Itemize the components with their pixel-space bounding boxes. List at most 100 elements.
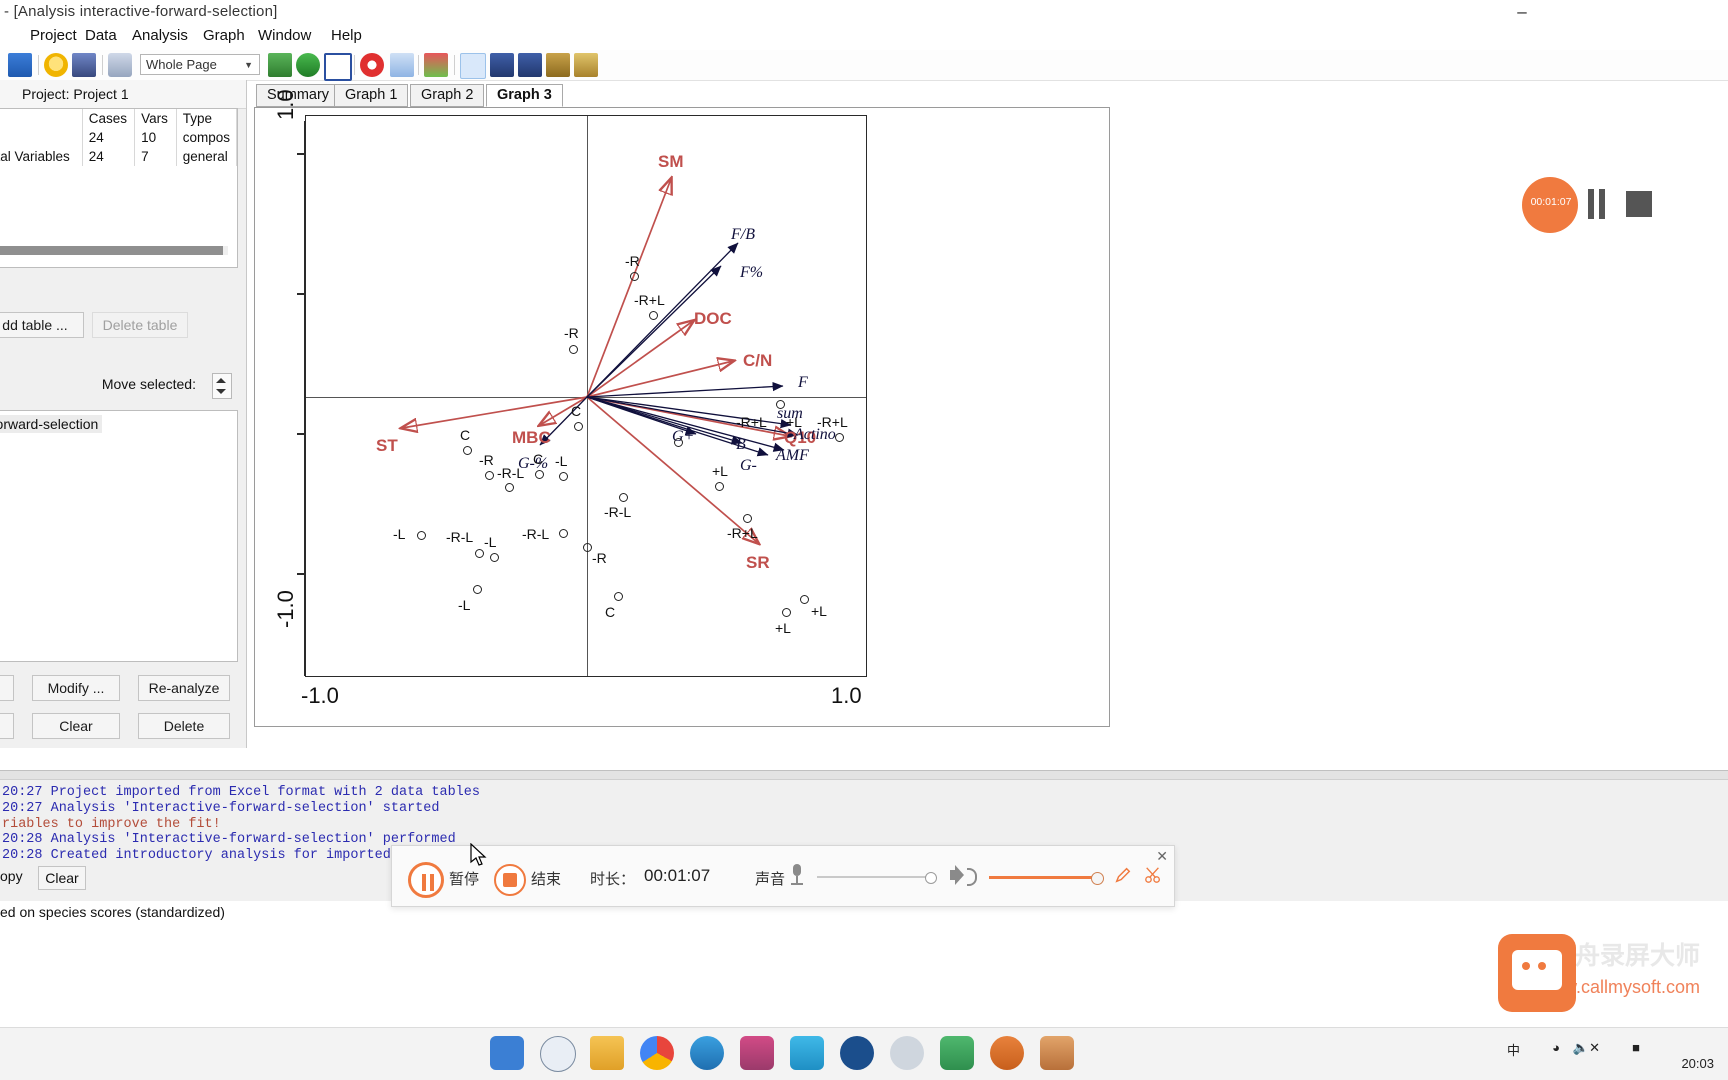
divider-icon[interactable] [546,53,570,77]
sample-point[interactable] [559,472,568,481]
menu-item-graph[interactable]: Graph [203,27,245,44]
clock[interactable]: 20:03 [1681,1056,1714,1071]
sample-point[interactable] [417,531,426,540]
add-label-icon[interactable] [518,53,542,77]
minimize-button[interactable]: – [1504,2,1540,24]
pen-icon[interactable] [1114,866,1132,884]
move-selected-stepper[interactable] [212,373,232,399]
sample-point[interactable] [473,585,482,594]
sample-point[interactable] [614,592,623,601]
sample-point[interactable] [574,422,583,431]
sample-point[interactable] [674,438,683,447]
ruler-icon[interactable] [72,53,96,77]
menu-item-project[interactable]: Project [30,27,77,44]
sample-point[interactable] [649,311,658,320]
recorder-widget[interactable]: 00:01:07 [1522,177,1652,233]
table-row[interactable]: ntal Variables 24 7 general [0,147,238,166]
stop-button[interactable] [494,864,526,896]
sample-point[interactable] [583,543,592,552]
graph-canvas[interactable]: 1.0 -1.0 SM DOC C/N ST MBC SR Q10 F/B F%… [254,89,1110,727]
sample-point[interactable] [630,272,639,281]
plot-area[interactable]: SM DOC C/N ST MBC SR Q10 F/B F% F sum Ac… [305,115,867,677]
store-icon[interactable] [1040,1036,1074,1070]
sample-point[interactable] [776,400,785,409]
tab-graph-2[interactable]: Graph 2 [410,84,485,107]
table-row[interactable]: 24 10 compos [0,128,238,147]
search-icon[interactable] [540,1036,576,1072]
sample-point[interactable] [490,553,499,562]
sample-point[interactable] [715,482,724,491]
pointer-icon[interactable] [460,53,486,79]
pause-button[interactable] [408,862,444,898]
pause-icon[interactable] [1588,189,1610,219]
dell-icon[interactable] [840,1036,874,1070]
delete-analysis-button[interactable]: Delete [138,713,230,739]
menu-item-analysis[interactable]: Analysis [132,27,188,44]
left-extra-button-2[interactable] [0,713,14,739]
add-point-icon[interactable] [490,53,514,77]
list-item[interactable]: -forward-selection [0,415,103,433]
modify-button[interactable]: Modify ... [32,675,120,701]
data-tables-grid[interactable]: Cases Vars Type 24 10 compos ntal Variab… [0,108,238,268]
sample-point[interactable] [743,514,752,523]
tab-graph-1[interactable]: Graph 1 [334,84,409,107]
tab-graph-3[interactable]: Graph 3 [486,84,563,107]
font-color-icon[interactable] [424,53,448,77]
settings-icon[interactable] [890,1036,924,1070]
volume-mute-icon[interactable]: 🔈✕ [1573,1040,1600,1056]
stop-icon[interactable] [1626,191,1652,217]
app-icon[interactable] [740,1036,774,1070]
chevron-down-icon[interactable]: ▼ [244,60,253,70]
page-zoom-combo[interactable]: Whole Page ▼ [140,54,260,75]
sample-point[interactable] [535,470,544,479]
menu-item-window[interactable]: Window [258,27,311,44]
chevron-down-icon[interactable] [216,389,226,394]
slider-knob[interactable] [1091,872,1104,885]
sample-point[interactable] [569,345,578,354]
speaker-volume-slider[interactable] [989,872,1104,885]
print-preview-icon[interactable] [108,53,132,77]
chrome-icon[interactable] [640,1036,674,1070]
analysis-list[interactable]: -forward-selection [0,410,238,662]
add-table-button[interactable]: dd table ... [0,312,84,338]
sample-point[interactable] [505,483,514,492]
mic-volume-slider[interactable] [817,872,937,884]
sample-point[interactable] [559,529,568,538]
wizard-icon[interactable] [44,53,68,77]
sample-point[interactable] [800,595,809,604]
magnifier-icon[interactable] [990,1036,1024,1070]
sample-point[interactable] [485,471,494,480]
save-icon[interactable] [8,53,32,77]
windows-start-icon[interactable] [490,1036,524,1070]
refresh-icon[interactable] [296,53,320,77]
copy-label[interactable]: opy [0,868,23,884]
clear-analysis-button[interactable]: Clear [32,713,120,739]
cloud-icon[interactable] [790,1036,824,1070]
reanalyze-button[interactable]: Re-analyze [138,675,230,701]
recorder-icon[interactable] [940,1036,974,1070]
lifebuoy-icon[interactable] [360,53,384,77]
close-icon[interactable]: ✕ [1156,848,1168,865]
new-graph-icon[interactable] [268,53,292,77]
scrollbar-thumb[interactable] [0,246,223,255]
highlight-icon[interactable] [574,53,598,77]
sample-point[interactable] [782,608,791,617]
recorder-control-bar[interactable]: ✕ 暂停 结束 时长： 00:01:07 声音 [391,845,1175,907]
scissors-icon[interactable] [1144,866,1162,884]
sample-point[interactable] [475,549,484,558]
slider-knob[interactable] [925,872,937,884]
horizontal-scrollbar[interactable] [0,246,228,255]
edge-icon[interactable] [690,1036,724,1070]
microphone-icon[interactable] [790,864,804,886]
clear-log-button[interactable]: Clear [38,866,86,890]
sample-point[interactable] [619,493,628,502]
menu-item-data[interactable]: Data [85,27,117,44]
sample-point[interactable] [835,433,844,442]
wifi-icon[interactable]: ◕ [1552,1040,1560,1055]
table-icon[interactable] [324,53,352,81]
ime-indicator[interactable]: 中 [1507,1040,1520,1059]
help-arrow-icon[interactable] [390,53,414,77]
speaker-icon[interactable] [950,864,977,886]
menu-item-help[interactable]: Help [331,27,362,44]
left-extra-button-1[interactable] [0,675,14,701]
